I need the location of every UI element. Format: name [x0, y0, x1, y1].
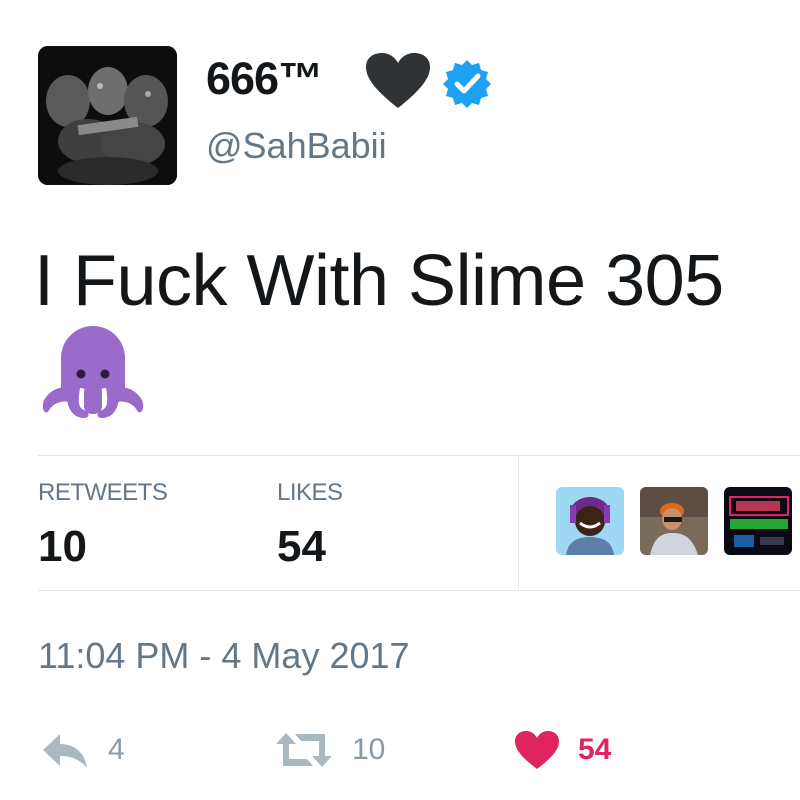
retweets-count[interactable]: 10 — [38, 525, 87, 569]
reply-action[interactable]: 4 — [40, 728, 125, 772]
stats-vertical-divider — [518, 458, 519, 589]
profile-avatar[interactable] — [38, 46, 177, 185]
divider-top — [38, 455, 800, 456]
likes-label[interactable]: LIKES — [277, 481, 343, 505]
retweet-icon[interactable] — [274, 730, 334, 770]
octopus-emoji — [42, 326, 144, 418]
display-name[interactable]: 666™ — [206, 56, 323, 101]
liker-avatar[interactable] — [724, 487, 792, 555]
tweet-text: I Fuck With Slime 305 — [34, 241, 724, 321]
reply-count: 4 — [108, 733, 125, 766]
retweet-count: 10 — [352, 733, 386, 766]
retweet-action[interactable]: 10 — [274, 728, 385, 772]
black-heart-icon — [366, 53, 430, 108]
retweets-label[interactable]: RETWEETS — [38, 481, 168, 505]
like-count: 54 — [578, 733, 612, 766]
likes-count[interactable]: 54 — [277, 525, 326, 569]
like-heart-icon[interactable] — [514, 730, 560, 770]
liker-avatar[interactable] — [640, 487, 708, 555]
reply-icon[interactable] — [40, 730, 90, 770]
divider-bottom — [38, 590, 800, 591]
verified-badge-icon — [443, 60, 491, 108]
tweet-timestamp[interactable]: 11:04 PM - 4 May 2017 — [38, 638, 410, 674]
user-handle[interactable]: @SahBabii — [206, 128, 387, 164]
like-action[interactable]: 54 — [514, 728, 611, 772]
liker-avatar[interactable] — [556, 487, 624, 555]
